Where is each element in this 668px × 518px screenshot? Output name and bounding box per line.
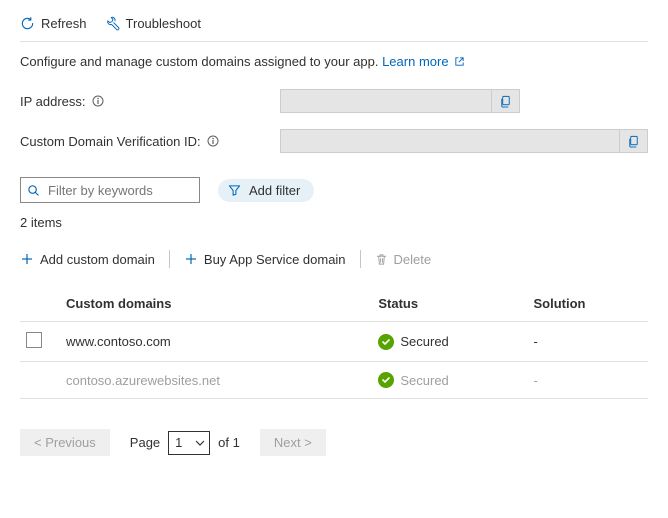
domain-cell: contoso.azurewebsites.net: [60, 362, 372, 399]
copy-ip-button[interactable]: [492, 89, 520, 113]
next-button[interactable]: Next >: [260, 429, 326, 456]
separator: [169, 250, 170, 268]
pagination: < Previous Page 1 of 1 Next >: [20, 429, 648, 456]
add-custom-domain-button[interactable]: Add custom domain: [20, 252, 155, 267]
intro-text-row: Configure and manage custom domains assi…: [20, 54, 648, 69]
domain-cell: www.contoso.com: [60, 322, 372, 362]
verification-label: Custom Domain Verification ID:: [20, 134, 270, 149]
buy-domain-button[interactable]: Buy App Service domain: [184, 252, 346, 267]
items-count-label: 2 items: [20, 215, 648, 230]
refresh-icon: [20, 16, 35, 31]
filter-icon: [228, 184, 241, 197]
verification-input[interactable]: [280, 129, 620, 153]
col-domains[interactable]: Custom domains: [60, 288, 372, 322]
page-select[interactable]: 1: [168, 431, 210, 455]
command-bar: Add custom domain Buy App Service domain…: [20, 250, 648, 282]
troubleshoot-button[interactable]: Troubleshoot: [105, 16, 201, 31]
add-filter-label: Add filter: [249, 183, 300, 198]
chevron-down-icon: [195, 438, 205, 448]
ip-label: IP address:: [20, 94, 270, 109]
learn-more-link[interactable]: Learn more: [382, 54, 465, 69]
buy-domain-label: Buy App Service domain: [204, 252, 346, 267]
filter-row: Add filter: [20, 177, 648, 203]
search-box[interactable]: [20, 177, 200, 203]
refresh-button[interactable]: Refresh: [20, 16, 87, 31]
search-input[interactable]: [46, 182, 226, 199]
row-checkbox[interactable]: [26, 332, 42, 348]
table-row[interactable]: contoso.azurewebsites.net Secured -: [20, 362, 648, 399]
domains-table: Custom domains Status Solution www.conto…: [20, 288, 648, 399]
page-word: Page: [130, 435, 160, 450]
status-text: Secured: [400, 373, 448, 388]
ip-row: IP address:: [20, 89, 648, 113]
secured-check-icon: [378, 372, 394, 388]
trash-icon: [375, 253, 388, 266]
copy-verification-button[interactable]: [620, 129, 648, 153]
page-value: 1: [175, 435, 182, 450]
troubleshoot-label: Troubleshoot: [126, 16, 201, 31]
verification-row: Custom Domain Verification ID:: [20, 129, 648, 153]
ip-input[interactable]: [280, 89, 492, 113]
delete-label: Delete: [394, 252, 432, 267]
solution-cell: -: [528, 322, 649, 362]
of-label: of 1: [218, 435, 240, 450]
external-link-icon: [454, 56, 465, 67]
top-action-bar: Refresh Troubleshoot: [20, 16, 648, 42]
wrench-icon: [105, 16, 120, 31]
refresh-label: Refresh: [41, 16, 87, 31]
plus-icon: [20, 252, 34, 266]
separator: [360, 250, 361, 268]
info-icon[interactable]: [207, 135, 219, 147]
prev-button[interactable]: < Previous: [20, 429, 110, 456]
col-solution[interactable]: Solution: [528, 288, 649, 322]
info-icon[interactable]: [92, 95, 104, 107]
solution-cell: -: [528, 362, 649, 399]
plus-icon: [184, 252, 198, 266]
delete-button: Delete: [375, 252, 432, 267]
add-filter-button[interactable]: Add filter: [218, 179, 314, 202]
table-row[interactable]: www.contoso.com Secured -: [20, 322, 648, 362]
secured-check-icon: [378, 334, 394, 350]
intro-text: Configure and manage custom domains assi…: [20, 54, 378, 69]
search-icon: [27, 184, 40, 197]
add-custom-domain-label: Add custom domain: [40, 252, 155, 267]
col-status[interactable]: Status: [372, 288, 527, 322]
status-text: Secured: [400, 334, 448, 349]
